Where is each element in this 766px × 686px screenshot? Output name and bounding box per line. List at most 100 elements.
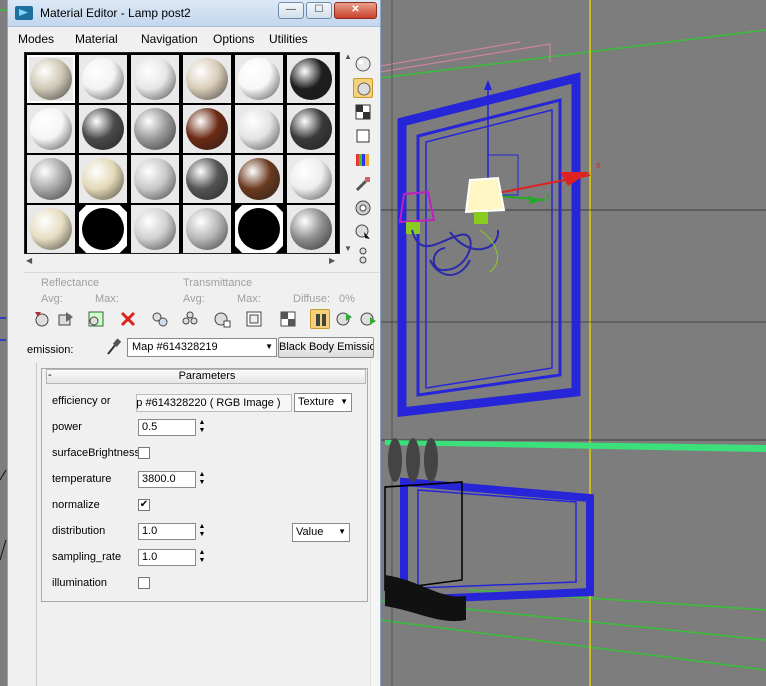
uv-tiling-icon[interactable] [353,126,373,146]
parameters-rollout-header[interactable]: Parameters [46,369,366,384]
maximize-button[interactable]: ☐ [306,2,332,19]
illumination-checkbox[interactable] [138,577,150,589]
select-by-material-icon[interactable] [353,222,373,242]
temperature-field[interactable]: 3800.0 [138,471,196,488]
panel-vertical-scrollbar[interactable] [370,360,380,686]
sampling-rate-spinner-icon[interactable]: ▲ ▼ [197,549,207,566]
transmit-avg-label: Avg: [183,293,205,305]
menu-navigation[interactable]: Navigation [141,32,198,46]
material-slot[interactable] [131,55,179,103]
reset-map-icon[interactable] [118,309,138,329]
make-preview-icon[interactable] [353,174,373,194]
title-bar[interactable]: Material Editor - Lamp post2 — ☐ ✕ [8,0,380,27]
sample-slots-grid [24,52,340,254]
slots-horizontal-scrollbar[interactable]: ◀ ▶ [24,256,342,266]
material-slot[interactable] [183,155,231,203]
collapse-toggle[interactable]: - [48,369,52,381]
temperature-spinner-icon[interactable]: ▲ ▼ [197,471,207,488]
diffuse-value: 0% [339,293,355,305]
menu-modes[interactable]: Modes [18,32,54,46]
put-to-scene-icon[interactable] [56,309,76,329]
get-material-icon[interactable] [32,309,52,329]
material-slot[interactable] [79,155,127,203]
options-icon[interactable] [353,198,373,218]
material-slot[interactable] [131,205,179,253]
go-to-parent-icon[interactable] [310,309,330,329]
material-slot[interactable] [183,105,231,153]
show-map-in-viewport-icon[interactable] [244,309,264,329]
background-checker-icon[interactable] [353,102,373,122]
material-slot[interactable] [235,205,283,253]
normalize-label: normalize [52,499,100,511]
make-unique-icon[interactable] [150,309,170,329]
power-spinner-icon[interactable]: ▲ ▼ [197,419,207,436]
power-field[interactable]: 0.5 [138,419,196,436]
material-sphere-icon [290,58,332,100]
material-map-navigator-icon[interactable] [353,246,373,266]
black-body-emission-button[interactable]: Black Body Emission [278,337,374,358]
material-slot[interactable] [27,205,75,253]
material-sphere-icon [290,208,332,250]
pick-material-from-object-icon[interactable] [358,309,378,329]
diffuse-label: Diffuse: [293,293,331,305]
power-label: power [52,421,82,433]
material-slot[interactable] [27,155,75,203]
distribution-mode-dropdown[interactable]: Value ▼ [292,523,350,542]
material-slot[interactable] [183,55,231,103]
emission-map-dropdown[interactable]: Map #614328219 ▼ [127,338,277,357]
material-sphere-icon [186,108,228,150]
scroll-up-icon[interactable]: ▲ [344,52,352,61]
distribution-spinner-icon[interactable]: ▲ ▼ [197,523,207,540]
assign-to-selection-icon[interactable] [86,309,106,329]
efficiency-mode-value: Texture [298,396,335,408]
normalize-checkbox[interactable]: ✔ [138,499,150,511]
material-sphere-icon [186,208,228,250]
material-slot[interactable] [287,55,335,103]
go-forward-sibling-icon[interactable] [334,309,354,329]
material-slot[interactable] [131,155,179,203]
scroll-left-icon[interactable]: ◀ [26,256,32,265]
material-sphere-icon [82,158,124,200]
sampling-rate-field[interactable]: 1.0 [138,549,196,566]
reflectance-label: Reflectance [41,277,100,289]
slots-vertical-scrollbar[interactable]: ▲ ▼ [343,52,353,254]
parameters-title: Parameters [178,370,236,382]
material-slot[interactable] [79,55,127,103]
put-to-library-icon[interactable] [180,309,200,329]
menu-utilities[interactable]: Utilities [269,32,308,46]
material-slot[interactable] [79,105,127,153]
close-button[interactable]: ✕ [334,2,377,19]
video-color-check-icon[interactable] [353,150,373,170]
minimize-button[interactable]: — [278,2,304,19]
backlight-icon[interactable] [353,78,373,98]
material-slot[interactable] [27,55,75,103]
menu-options[interactable]: Options [213,32,254,46]
efficiency-label: efficiency or [52,395,111,407]
material-sphere-icon [134,58,176,100]
efficiency-map-button[interactable]: Map #614328220 ( RGB Image ) [136,394,292,412]
material-slot[interactable] [287,105,335,153]
surface-brightness-checkbox[interactable] [138,447,150,459]
material-slot[interactable] [27,105,75,153]
chevron-down-icon: ▼ [340,397,348,406]
show-end-result-icon[interactable] [278,309,298,329]
axis-x-label: x [596,160,601,170]
efficiency-mode-dropdown[interactable]: Texture ▼ [294,393,352,412]
material-slot[interactable] [287,155,335,203]
material-slot[interactable] [235,105,283,153]
distribution-field[interactable]: 1.0 [138,523,196,540]
material-slot[interactable] [131,105,179,153]
material-slot[interactable] [183,205,231,253]
material-slot[interactable] [235,155,283,203]
distribution-mode-value: Value [296,526,324,538]
scroll-right-icon[interactable]: ▶ [329,256,335,265]
eyedropper-icon[interactable] [105,338,122,356]
material-slot[interactable] [287,205,335,253]
sample-type-icon[interactable] [353,54,373,74]
material-slot[interactable] [235,55,283,103]
illumination-label: illumination [52,577,108,589]
material-slot[interactable] [79,205,127,253]
menu-material[interactable]: Material [75,32,118,46]
scroll-down-icon[interactable]: ▼ [344,244,352,253]
material-id-channel-icon[interactable] [212,309,232,329]
